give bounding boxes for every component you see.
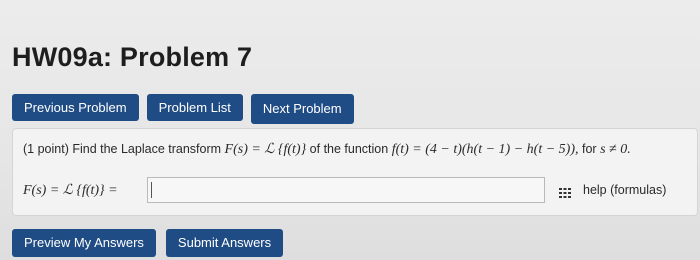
problem-text-mid: of the function — [309, 142, 389, 156]
problem-navigation: Previous Problem Problem List Next Probl… — [12, 94, 354, 124]
problem-points: (1 point) — [23, 142, 69, 156]
condition-expression: s ≠ 0. — [600, 142, 631, 157]
problem-statement: (1 point) Find the Laplace transform F(s… — [23, 141, 631, 158]
problem-text-before: Find the Laplace transform — [72, 142, 222, 156]
previous-problem-button[interactable]: Previous Problem — [12, 94, 139, 121]
function-expression: f(t) = (4 − t)(h(t − 1) − h(t − 5)), — [391, 142, 579, 157]
problem-box: (1 point) Find the Laplace transform F(s… — [12, 128, 698, 216]
submit-answers-button[interactable]: Submit Answers — [165, 229, 284, 257]
transform-expression: F(s) = ℒ {f(t)} — [224, 142, 307, 157]
next-problem-button[interactable]: Next Problem — [250, 94, 354, 124]
answer-row: F(s) = ℒ {f(t)} = help (formulas) — [23, 177, 689, 205]
problem-list-button[interactable]: Problem List — [146, 94, 243, 121]
answer-actions: Preview My Answers Submit Answers — [12, 229, 284, 257]
preview-answers-button[interactable]: Preview My Answers — [12, 229, 156, 257]
problem-text-for: for — [581, 142, 597, 156]
page-background: HW09a: Problem 7 Previous Problem Proble… — [0, 0, 700, 260]
page-title: HW09a: Problem 7 — [12, 42, 253, 72]
help-formulas-link[interactable]: help (formulas) — [583, 183, 666, 197]
answer-input[interactable] — [147, 177, 545, 203]
answer-label: F(s) = ℒ {f(t)} = — [23, 183, 118, 198]
grid-icon[interactable] — [559, 185, 571, 198]
text-caret — [151, 182, 152, 198]
